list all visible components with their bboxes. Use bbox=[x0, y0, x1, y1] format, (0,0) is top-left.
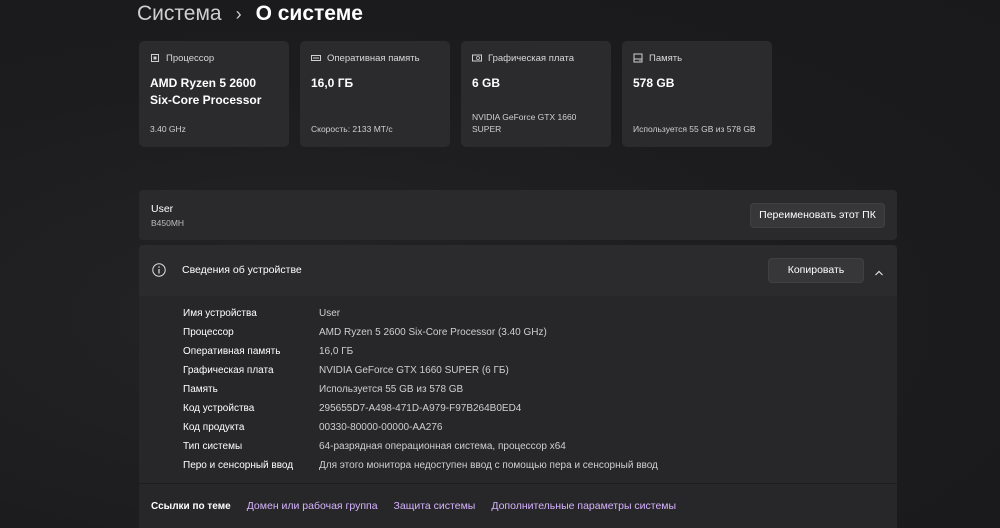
card-detail: NVIDIA GeForce GTX 1660 SUPER bbox=[472, 112, 577, 134]
breadcrumb: Система › О системе bbox=[137, 0, 363, 28]
spec-label: Перо и сенсорный ввод bbox=[183, 460, 294, 471]
hardware-summary-cards: Процессор AMD Ryzen 5 2600 Six-Core Proc… bbox=[139, 41, 772, 147]
device-rename-panel: User B450MH Переименовать этот ПК bbox=[139, 190, 897, 240]
spec-row: Перо и сенсорный ввод Для этого монитора … bbox=[183, 456, 658, 475]
card-value: 16,0 ГБ bbox=[311, 76, 354, 90]
card-value: 6 GB bbox=[472, 76, 501, 90]
rename-pc-button[interactable]: Переименовать этот ПК bbox=[750, 203, 885, 228]
card-processor: Процессор AMD Ryzen 5 2600 Six-Core Proc… bbox=[139, 41, 289, 147]
spec-label: Оперативная память bbox=[183, 346, 281, 357]
spec-value: 00330-80000-00000-AA276 bbox=[319, 422, 443, 433]
card-gpu: Графическая плата 6 GB NVIDIA GeForce GT… bbox=[461, 41, 611, 147]
spec-value: 295655D7-A498-471D-A979-F97B264B0ED4 bbox=[319, 403, 522, 414]
chevron-up-icon[interactable] bbox=[874, 265, 884, 276]
breadcrumb-parent[interactable]: Система bbox=[137, 0, 222, 28]
specs-header[interactable]: Сведения об устройстве Копировать bbox=[139, 245, 897, 296]
spec-value: Используется 55 GB из 578 GB bbox=[319, 384, 464, 395]
card-label: Память bbox=[649, 52, 683, 64]
card-value: 578 GB bbox=[633, 76, 675, 90]
spec-value: User bbox=[319, 308, 341, 319]
card-label: Графическая плата bbox=[488, 52, 575, 64]
cpu-icon bbox=[150, 53, 160, 63]
card-detail: 3.40 GHz bbox=[150, 124, 186, 134]
device-model: B450MH bbox=[151, 218, 185, 228]
spec-row: Код устройства 295655D7-A498-471D-A979-F9… bbox=[183, 399, 658, 418]
gpu-icon bbox=[472, 53, 482, 63]
spec-label: Код устройства bbox=[183, 403, 255, 414]
spec-label: Графическая плата bbox=[183, 365, 274, 376]
spec-row: Процессор AMD Ryzen 5 2600 Six-Core Proce… bbox=[183, 323, 658, 342]
card-value: AMD Ryzen 5 2600 Six-Core Processor bbox=[150, 76, 262, 107]
spec-table: Имя устройства User Процессор AMD Ryzen 5 … bbox=[183, 304, 658, 475]
spec-row: Оперативная память 16,0 ГБ bbox=[183, 342, 658, 361]
related-links-label: Ссылки по теме bbox=[151, 500, 231, 512]
device-name: User bbox=[151, 203, 174, 215]
spec-value: Для этого монитора недоступен ввод с пом… bbox=[319, 460, 658, 471]
page-title: О системе bbox=[255, 2, 363, 25]
copy-button[interactable]: Копировать bbox=[768, 258, 864, 283]
link-system-protection[interactable]: Защита системы bbox=[394, 500, 476, 512]
link-advanced-system-settings[interactable]: Дополнительные параметры системы bbox=[491, 500, 676, 512]
card-ram: Оперативная память 16,0 ГБ Скорость: 213… bbox=[300, 41, 450, 147]
spec-value: 64-разрядная операционная система, проце… bbox=[319, 441, 566, 452]
spec-label: Тип системы bbox=[183, 441, 243, 452]
card-detail: Скорость: 2133 МТ/с bbox=[311, 124, 393, 134]
chevron-right-icon: › bbox=[235, 4, 242, 24]
link-domain-workgroup[interactable]: Домен или рабочая группа bbox=[247, 500, 378, 512]
info-icon bbox=[152, 263, 166, 277]
spec-row: Имя устройства User bbox=[183, 304, 658, 323]
card-detail: Используется 55 GB из 578 GB bbox=[633, 124, 756, 134]
card-label: Оперативная память bbox=[327, 52, 420, 64]
related-links: Ссылки по теме Домен или рабочая группа … bbox=[139, 483, 897, 528]
device-specifications-panel: Сведения об устройстве Копировать Имя ус… bbox=[139, 245, 897, 528]
spec-row: Тип системы 64-разрядная операционная сис… bbox=[183, 437, 658, 456]
spec-label: Память bbox=[183, 384, 218, 395]
card-label: Процессор bbox=[166, 52, 215, 64]
specs-title: Сведения об устройстве bbox=[182, 264, 302, 276]
spec-value: NVIDIA GeForce GTX 1660 SUPER (6 ГБ) bbox=[319, 365, 509, 376]
spec-row: Графическая плата NVIDIA GeForce GTX 1660… bbox=[183, 361, 658, 380]
memory-icon bbox=[311, 53, 321, 63]
card-storage: Память 578 GB Используется 55 GB из 578 … bbox=[622, 41, 772, 147]
spec-row: Память Используется 55 GB из 578 GB bbox=[183, 380, 658, 399]
spec-label: Процессор bbox=[183, 327, 234, 338]
spec-value: 16,0 ГБ bbox=[319, 346, 354, 357]
storage-icon bbox=[633, 53, 643, 63]
spec-label: Код продукта bbox=[183, 422, 245, 433]
spec-row: Код продукта 00330-80000-00000-AA276 bbox=[183, 418, 658, 437]
spec-value: AMD Ryzen 5 2600 Six-Core Processor (3.4… bbox=[319, 327, 547, 338]
spec-label: Имя устройства bbox=[183, 308, 257, 319]
